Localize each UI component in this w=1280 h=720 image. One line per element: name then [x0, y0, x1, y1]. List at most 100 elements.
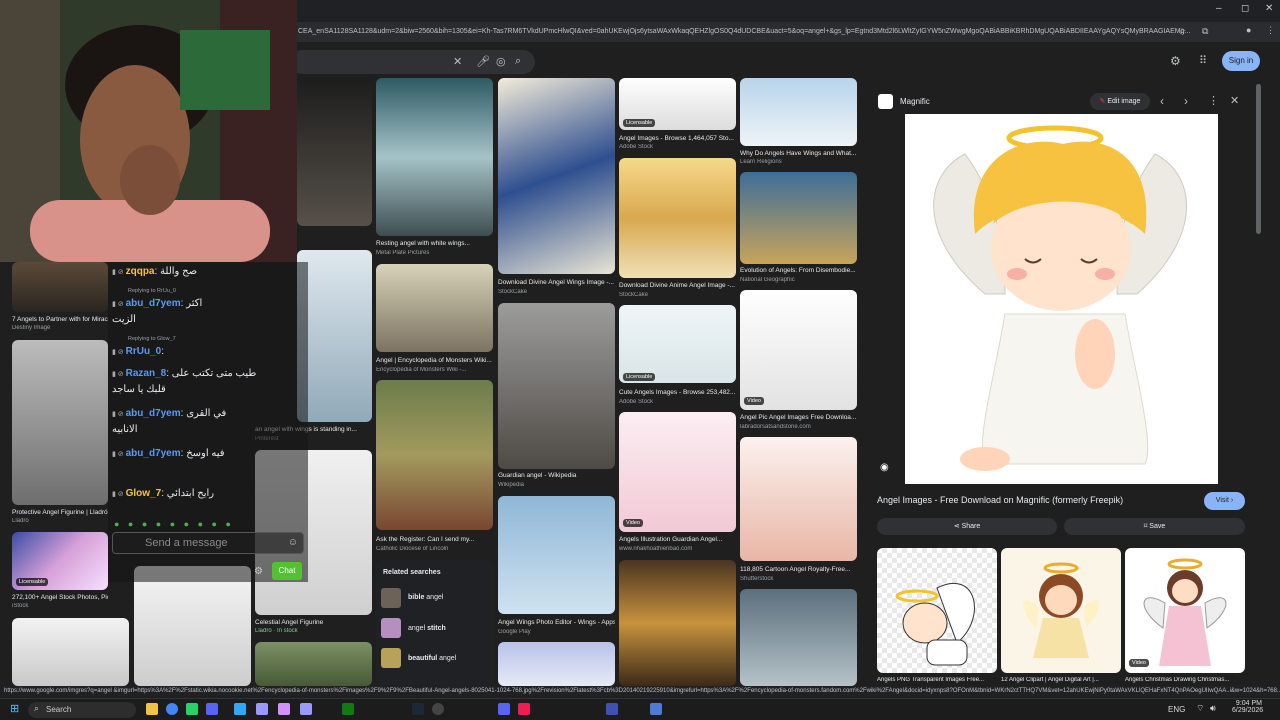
chat-settings-icon[interactable]: ⚙ [254, 566, 263, 577]
close-panel-icon[interactable]: ✕ [1230, 94, 1239, 107]
emote-row[interactable]: ● ● ● ● ● ● ● ● ● [114, 514, 302, 529]
premiere-icon[interactable] [256, 703, 268, 715]
save-button[interactable]: ⌑ Save [1064, 518, 1245, 535]
result-image[interactable] [740, 589, 857, 686]
result-caption[interactable]: Angel Images - Browse 1,464,057 Sto... [619, 135, 736, 142]
result-image[interactable] [12, 340, 108, 505]
scrollbar[interactable] [1256, 84, 1261, 234]
result-caption[interactable]: Cute Angels Images - Browse 253,482... [619, 389, 736, 396]
result-image[interactable] [297, 78, 372, 226]
next-icon[interactable]: › [1184, 94, 1188, 108]
thumb-caption[interactable]: 12 Angel Clipart | Angel Digital Art |..… [1001, 677, 1121, 683]
whatsapp-icon[interactable] [186, 703, 198, 715]
more-options-icon[interactable]: ⋮ [1208, 94, 1219, 107]
result-image[interactable] [619, 305, 736, 383]
chat-input[interactable]: Send a message ☺ [112, 532, 304, 554]
chat-send-button[interactable]: Chat [272, 562, 302, 580]
lens-search-icon[interactable]: ◉ [880, 462, 889, 473]
thumb-caption[interactable]: Angels Christmas Drawing Christmas... [1125, 677, 1245, 683]
related-thumb[interactable] [1001, 548, 1121, 673]
related-thumb[interactable] [381, 588, 401, 608]
browser-menu-icon[interactable]: ⋮ [1266, 25, 1275, 36]
apps-grid-icon[interactable]: ⠿ [1199, 54, 1207, 67]
wifi-icon[interactable]: ⌔ [1196, 703, 1204, 714]
related-thumb[interactable] [381, 648, 401, 668]
result-caption[interactable]: Celestial Angel Figurine [255, 619, 372, 626]
app-icon[interactable] [606, 703, 618, 715]
emoji-icon[interactable]: ☺ [288, 537, 298, 548]
search-icon[interactable]: ⌕ [515, 55, 521, 68]
result-caption[interactable]: Angel Pic Angel Images Free Downloa... [740, 414, 857, 421]
xbox-icon[interactable] [342, 703, 354, 715]
maximize-icon[interactable]: ◻ [1241, 3, 1249, 14]
edit-image-button[interactable]: ✎ Edit image [1090, 93, 1150, 110]
app-icon[interactable] [650, 703, 662, 715]
bookmark-star-icon[interactable]: ☆ [1178, 26, 1186, 37]
result-caption[interactable]: 7 Angels to Partner with for Miracl... [12, 316, 108, 323]
photoshop-icon[interactable] [234, 703, 246, 715]
share-button[interactable]: ⋖ Share [877, 518, 1057, 535]
result-image[interactable] [376, 380, 493, 530]
file-explorer-icon[interactable] [146, 703, 158, 715]
related-thumb[interactable] [381, 618, 401, 638]
result-image[interactable] [619, 412, 736, 532]
related-thumb[interactable] [877, 548, 997, 673]
clear-icon[interactable]: ✕ [453, 55, 462, 68]
result-image[interactable] [619, 158, 736, 278]
volume-icon[interactable]: 🔊︎ [1210, 703, 1216, 714]
steam-icon[interactable] [412, 703, 424, 715]
settings-gear-icon[interactable]: ⚙ [1170, 54, 1181, 68]
obs-icon[interactable] [432, 703, 444, 715]
result-image[interactable] [498, 303, 615, 469]
result-image[interactable] [498, 642, 615, 686]
result-caption[interactable]: Why Do Angels Have Wings and What... [740, 150, 857, 157]
result-caption[interactable]: Angel Wings Photo Editor - Wings - Apps.… [498, 619, 615, 626]
site-name[interactable]: Magnific [900, 97, 930, 106]
result-caption[interactable]: Evolution of Angels: From Disembodie... [740, 267, 857, 274]
microphone-icon[interactable]: 🎤︎ [476, 55, 490, 68]
related-thumb[interactable]: Video [1125, 548, 1245, 673]
result-image[interactable] [740, 172, 857, 264]
related-item[interactable]: beautiful angel [408, 655, 456, 662]
result-caption[interactable]: Download Divine Angel Wings Image -... [498, 279, 615, 286]
image-title[interactable]: Angel Images - Free Download on Magnific… [877, 495, 1207, 505]
result-image[interactable] [12, 618, 129, 686]
minimize-icon[interactable]: – [1216, 3, 1222, 14]
result-image[interactable] [619, 560, 736, 686]
result-image[interactable] [376, 78, 493, 236]
after-effects-icon[interactable] [278, 703, 290, 715]
result-caption[interactable]: 118,805 Cartoon Angel Royalty-Free... [740, 566, 857, 573]
taskbar-search[interactable]: ⌕ Search [28, 702, 136, 718]
extensions-icon[interactable]: ⧉ [1202, 26, 1208, 37]
discord-active-icon[interactable] [498, 703, 510, 715]
audition-icon[interactable] [300, 703, 312, 715]
result-caption[interactable]: Ask the Register: Can I send my... [376, 536, 493, 543]
discord-icon[interactable] [206, 703, 218, 715]
visit-button[interactable]: Visit › [1204, 492, 1245, 510]
related-item[interactable]: bible angel [408, 594, 443, 601]
address-bar[interactable]: CEA_enSA1128SA1128&udm=2&biw=2560&bih=13… [290, 22, 1280, 42]
result-image[interactable] [376, 264, 493, 352]
result-image[interactable] [255, 642, 372, 686]
result-image[interactable] [740, 78, 857, 146]
result-image[interactable] [740, 290, 857, 410]
result-caption[interactable]: Guardian angel - Wikipedia [498, 472, 615, 479]
result-caption[interactable]: 272,100+ Angel Stock Photos, Pictures... [12, 594, 108, 601]
lens-icon[interactable]: ◎ [496, 55, 506, 68]
result-image[interactable] [297, 250, 372, 422]
language-indicator[interactable]: ENG [1168, 705, 1185, 714]
profile-icon[interactable]: ● [1246, 25, 1251, 35]
result-caption[interactable]: Angel | Encyclopedia of Monsters Wiki... [376, 357, 493, 364]
clock[interactable]: 9:04 PM 6/29/2026 [1232, 700, 1263, 714]
preview-image[interactable] [905, 114, 1218, 484]
result-caption[interactable]: Angels Illustration Guardian Angel... [619, 536, 736, 543]
result-image[interactable] [498, 496, 615, 614]
close-window-icon[interactable]: ✕ [1265, 3, 1273, 14]
result-image[interactable] [12, 262, 108, 312]
result-caption[interactable]: Protective Angel Figurine | Lladró [12, 509, 108, 516]
windows-start-icon[interactable]: ⊞ [10, 702, 19, 715]
emote-icons[interactable]: ● ● ● ● ● ● ● ● ● [114, 519, 234, 529]
chrome-icon[interactable] [166, 703, 178, 715]
thumb-caption[interactable]: Angels PNG Transparent Images Free... [877, 677, 997, 683]
result-caption[interactable]: Download Divine Anime Angel Image -... [619, 282, 736, 289]
